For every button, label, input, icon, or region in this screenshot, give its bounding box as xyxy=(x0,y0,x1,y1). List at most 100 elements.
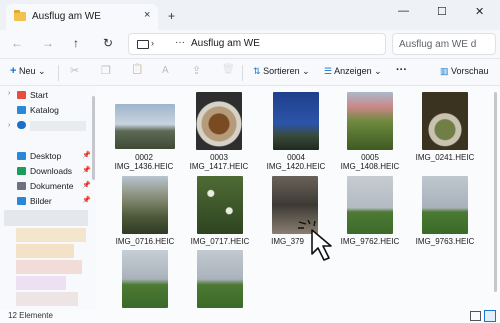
navigation-bar: ← → ↑ ↻ › ··· Ausflug am WE Ausflug am W… xyxy=(0,30,500,58)
photo-thumbnail[interactable] xyxy=(122,176,168,234)
sidebar-item-label: Start xyxy=(30,90,48,100)
file-name[interactable]: 0004 IMG_1420.HEIC xyxy=(256,153,336,171)
home-icon xyxy=(17,91,26,99)
desktop-icon xyxy=(17,152,26,160)
sidebar-item-onedrive[interactable] xyxy=(0,119,96,133)
sidebar-item-label: Downloads xyxy=(30,166,73,176)
new-button[interactable]: + Neu ⌄ xyxy=(10,65,46,77)
photo-thumbnail[interactable] xyxy=(196,92,242,150)
divider xyxy=(58,65,59,81)
file-name[interactable]: IMG_0241.HEIC xyxy=(405,153,485,162)
preview-pane-icon: ▥ xyxy=(440,66,449,76)
sort-label: Sortieren xyxy=(263,66,300,76)
back-button[interactable]: ← xyxy=(11,36,23,50)
onedrive-icon xyxy=(17,121,26,129)
breadcrumb-more[interactable]: ··· xyxy=(175,37,185,48)
address-bar[interactable]: › ··· Ausflug am WE xyxy=(128,33,386,55)
view-label: Anzeigen xyxy=(334,66,372,76)
breadcrumb-current[interactable]: Ausflug am WE xyxy=(191,38,260,49)
sidebar-item-downloads[interactable]: Downloads 📌 xyxy=(0,165,96,179)
command-bar: + Neu ⌄ ✂ ❐ 📋 A ⇪ 🗑 ⇅ Sortieren ⌄ ☰ Anze… xyxy=(0,58,500,86)
close-window-button[interactable]: ✕ xyxy=(475,5,484,18)
file-name-line2: IMG_1420.HEIC xyxy=(266,162,326,171)
view-icon: ☰ xyxy=(324,66,333,76)
gallery-icon xyxy=(17,106,26,114)
divider xyxy=(242,65,243,81)
pin-icon: 📌 xyxy=(82,167,91,174)
forward-button[interactable]: → xyxy=(42,36,54,50)
tab-title: Ausflug am WE xyxy=(32,11,101,22)
tab-ausflug[interactable]: Ausflug am WE × xyxy=(6,4,158,30)
sort-icon: ⇅ xyxy=(253,66,261,76)
sidebar-item-desktop[interactable]: Desktop 📌 xyxy=(0,150,96,164)
sidebar-item-bilder[interactable]: Bilder 📌 xyxy=(0,195,96,209)
details-view-icon[interactable] xyxy=(470,311,481,321)
pin-icon: 📌 xyxy=(82,182,91,189)
pointer-cursor-icon xyxy=(298,220,332,261)
preview-button[interactable]: ▥ Vorschau xyxy=(440,66,489,77)
cut-icon[interactable]: ✂ xyxy=(70,64,79,77)
photo-thumbnail[interactable] xyxy=(347,92,393,150)
document-icon xyxy=(17,182,26,190)
refresh-button[interactable]: ↻ xyxy=(103,36,113,50)
sort-button[interactable]: ⇅ Sortieren ⌄ xyxy=(253,66,310,77)
photo-thumbnail[interactable] xyxy=(422,92,468,150)
file-name[interactable]: IMG_379 xyxy=(240,237,304,246)
minimize-button[interactable]: — xyxy=(398,5,409,17)
sidebar-item-dokumente[interactable]: Dokumente 📌 xyxy=(0,180,96,194)
file-name-line2: IMG_1408.HEIC xyxy=(340,162,400,171)
file-name[interactable]: 0005 IMG_1408.HEIC xyxy=(330,153,410,171)
file-name[interactable]: IMG_9763.HEIC xyxy=(405,237,485,246)
maximize-button[interactable]: ☐ xyxy=(437,5,447,18)
photo-thumbnail[interactable] xyxy=(122,250,168,308)
file-name[interactable]: 0003 IMG_1417.HEIC xyxy=(179,153,259,171)
redacted-label xyxy=(30,121,86,131)
photo-thumbnail[interactable] xyxy=(197,250,243,308)
photo-thumbnail[interactable] xyxy=(422,176,468,234)
this-pc-icon xyxy=(137,40,149,49)
photo-thumbnail[interactable] xyxy=(347,176,393,234)
tab-close-icon[interactable]: × xyxy=(144,9,150,21)
copy-icon[interactable]: ❐ xyxy=(101,64,111,77)
rename-icon[interactable]: A xyxy=(162,65,169,76)
pin-icon: 📌 xyxy=(82,197,91,204)
search-placeholder: Ausflug am WE d xyxy=(399,39,477,50)
sidebar-item-label: Bilder xyxy=(30,196,52,206)
file-name-line2: IMG_1436.HEIC xyxy=(114,162,174,171)
navigation-pane: › Start Katalog › Desktop 📌 Downloads 📌 … xyxy=(0,86,96,310)
paste-icon[interactable]: 📋 xyxy=(131,64,143,75)
search-input[interactable]: Ausflug am WE d xyxy=(392,33,496,55)
file-name[interactable]: IMG_0716.HEIC xyxy=(105,237,185,246)
chevron-down-icon: ⌄ xyxy=(374,66,382,76)
view-button[interactable]: ☰ Anzeigen ⌄ xyxy=(324,66,382,77)
photo-thumbnail[interactable] xyxy=(273,92,319,150)
file-name-line1: 0004 xyxy=(287,153,305,162)
plus-icon: + xyxy=(10,65,17,77)
sidebar-item-katalog[interactable]: Katalog xyxy=(0,104,96,118)
share-icon[interactable]: ⇪ xyxy=(192,64,201,77)
new-tab-button[interactable]: + xyxy=(168,9,175,23)
file-name-line1: 0002 xyxy=(135,153,153,162)
file-name-line2: IMG_9763.HEIC xyxy=(415,237,475,246)
chevron-down-icon: ⌄ xyxy=(37,66,46,76)
sidebar-item-label: Desktop xyxy=(30,151,62,161)
photo-thumbnail[interactable] xyxy=(115,104,175,149)
file-name-line1: 0005 xyxy=(361,153,379,162)
title-bar: Ausflug am WE × + — ☐ ✕ xyxy=(0,0,500,30)
photo-thumbnail[interactable] xyxy=(197,176,243,234)
file-name[interactable]: 0002 IMG_1436.HEIC xyxy=(104,153,184,171)
chevron-down-icon: ⌄ xyxy=(302,66,310,76)
item-count: 12 Elemente xyxy=(8,311,53,320)
sidebar-item-start[interactable]: Start xyxy=(0,89,96,103)
breadcrumb-separator[interactable]: › xyxy=(151,38,154,48)
status-bar: 12 Elemente xyxy=(0,310,500,323)
delete-icon[interactable]: 🗑 xyxy=(222,64,235,75)
file-name-line1: 0003 xyxy=(210,153,228,162)
sidebar-scrollbar[interactable] xyxy=(92,96,95,180)
sidebar-item-label: Katalog xyxy=(30,105,59,115)
more-options-button[interactable]: ··· xyxy=(396,64,407,76)
tiles-view-icon[interactable] xyxy=(484,310,496,322)
content-scrollbar[interactable] xyxy=(494,92,497,292)
up-button[interactable]: ↑ xyxy=(73,36,79,50)
pictures-icon xyxy=(17,197,26,205)
